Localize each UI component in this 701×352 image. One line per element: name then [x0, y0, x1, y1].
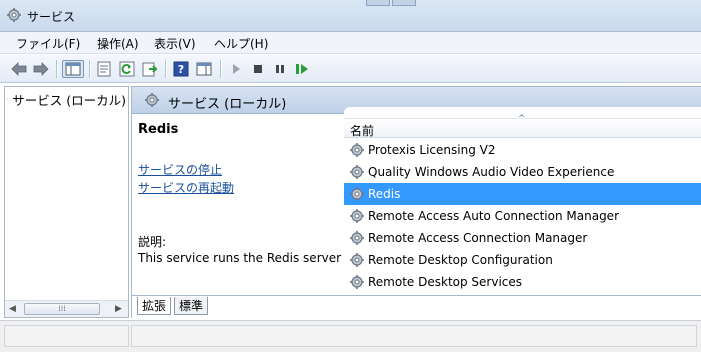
service-gear-icon [350, 231, 364, 245]
service-name: Remote Access Auto Connection Manager [368, 209, 619, 223]
selected-service-name: Redis [138, 122, 179, 137]
service-name: Remote Access Connection Manager [368, 231, 588, 245]
content-pane: サービス (ローカル) Redis サービスの停止 サービスの再起動 説明: T… [131, 86, 701, 319]
menu-action[interactable]: 操作(A) [95, 35, 141, 52]
services-gear-icon [7, 8, 21, 22]
restart-service-icon[interactable] [293, 60, 311, 78]
scroll-right-icon[interactable]: ▶ [115, 304, 122, 314]
minimize-button[interactable] [366, 0, 390, 6]
service-gear-icon [350, 187, 364, 201]
properties-icon[interactable] [95, 60, 113, 78]
service-name: Protexis Licensing V2 [368, 143, 496, 157]
start-service-icon[interactable] [227, 60, 245, 78]
export-list-icon[interactable] [141, 60, 159, 78]
services-gear-icon [145, 93, 159, 107]
service-gear-icon [350, 209, 364, 223]
view-tabs: 拡張 標準 [132, 295, 701, 319]
show-hide-action-pane-icon[interactable] [195, 60, 213, 78]
service-name: Redis [368, 187, 401, 201]
show-hide-tree-icon[interactable] [62, 60, 84, 78]
service-name: Remote Desktop Configuration [368, 253, 553, 267]
column-header-label: 名前 [350, 124, 375, 138]
service-row[interactable]: Protexis Licensing V2 [344, 139, 701, 161]
toolbar: ? [0, 55, 701, 83]
menu-file[interactable]: ファイル(F) [14, 35, 82, 52]
tree-item-services-local[interactable]: サービス (ローカル) [7, 89, 126, 109]
back-icon[interactable] [10, 60, 28, 78]
service-gear-icon [350, 143, 364, 157]
service-gear-icon [350, 253, 364, 267]
forward-icon[interactable] [32, 60, 50, 78]
menu-help[interactable]: ヘルプ(H) [212, 35, 270, 52]
horizontal-scrollbar[interactable]: ◀ ⁞⁞⁞ ▶ [5, 300, 128, 317]
title-bar: サービス [0, 0, 701, 32]
maximize-button[interactable] [392, 0, 416, 6]
description-panel: Redis サービスの停止 サービスの再起動 説明: This service … [132, 115, 342, 295]
menu-bar: ファイル(F) 操作(A) 表示(V) ヘルプ(H) [0, 32, 701, 54]
service-row[interactable]: Remote Access Connection Manager [344, 227, 701, 249]
status-cell [131, 325, 697, 347]
service-gear-icon [350, 275, 364, 289]
service-row[interactable]: Remote Access Auto Connection Manager [344, 205, 701, 227]
column-header-name[interactable]: ^ 名前 [344, 114, 701, 138]
service-name: Remote Desktop Services [368, 275, 523, 289]
svg-text:?: ? [178, 63, 184, 76]
menu-view[interactable]: 表示(V) [152, 35, 198, 52]
scroll-thumb[interactable]: ⁞⁞⁞ [24, 303, 100, 315]
stop-service-icon[interactable] [249, 60, 267, 78]
service-name: Quality Windows Audio Video Experience [368, 165, 615, 179]
service-row[interactable]: Redis [344, 183, 701, 205]
status-cell [4, 325, 129, 347]
scroll-left-icon[interactable]: ◀ [9, 304, 16, 314]
service-row[interactable]: Remote Desktop Configuration [344, 249, 701, 271]
sort-ascending-icon: ^ [518, 114, 526, 124]
window-title: サービス [27, 10, 76, 24]
services-rows: Protexis Licensing V2 Quality Windows Aud… [344, 139, 701, 293]
description-label: 説明: [138, 235, 167, 249]
status-bar [0, 320, 701, 352]
tree-item-label: サービス (ローカル) [12, 92, 126, 108]
services-gear-icon [7, 98, 9, 100]
restart-service-link[interactable]: サービスの再起動 [138, 179, 234, 196]
tab-standard[interactable]: 標準 [174, 297, 209, 315]
description-text: This service runs the Redis server [138, 251, 342, 265]
service-row[interactable]: Quality Windows Audio Video Experience [344, 161, 701, 183]
service-row[interactable]: Remote Desktop Services [344, 271, 701, 293]
pause-service-icon[interactable] [271, 60, 289, 78]
tree-pane: サービス (ローカル) ◀ ⁞⁞⁞ ▶ [4, 86, 129, 318]
service-gear-icon [350, 165, 364, 179]
services-list: ^ 名前 Protexis Licensing V2 Quality Window… [344, 107, 701, 295]
refresh-icon[interactable] [118, 60, 136, 78]
tab-extended[interactable]: 拡張 [137, 297, 172, 315]
content-header-title: サービス (ローカル) [168, 97, 287, 112]
stop-service-link[interactable]: サービスの停止 [138, 161, 222, 178]
help-icon[interactable]: ? [172, 60, 190, 78]
